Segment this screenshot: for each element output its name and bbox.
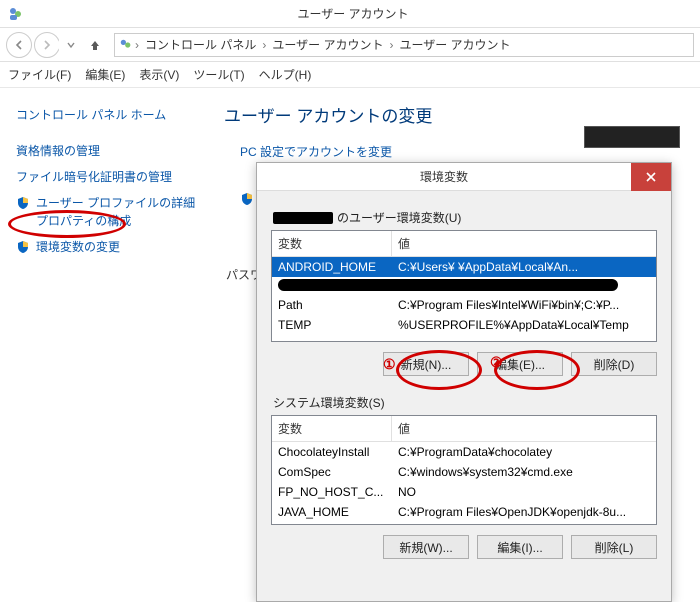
col-value[interactable]: 値 xyxy=(392,416,656,441)
chevron-right-icon: › xyxy=(389,38,393,52)
nav-bar: › コントロール パネル › ユーザー アカウント › ユーザー アカウント xyxy=(0,28,700,62)
sidebar-encryption-label: ファイル暗号化証明書の管理 xyxy=(16,168,172,186)
window-title: ユーザー アカウント xyxy=(30,5,700,22)
col-variable[interactable]: 変数 xyxy=(272,416,392,441)
col-variable[interactable]: 変数 xyxy=(272,231,392,256)
title-bar: ユーザー アカウント xyxy=(0,0,700,28)
env-vars-dialog: 環境変数 のユーザー環境変数(U) 変数 値 ANDROID_HOME C:¥U… xyxy=(256,162,672,602)
table-row-redacted[interactable] xyxy=(272,277,656,295)
crumb-0[interactable]: コントロール パネル xyxy=(141,36,260,53)
col-value[interactable]: 値 xyxy=(392,231,656,256)
cell-var: Path xyxy=(272,295,392,315)
cell-val: C:¥Program Files¥OpenJDK¥openjdk-8u... xyxy=(392,502,656,522)
dialog-title-bar: 環境変数 xyxy=(257,163,671,191)
sidebar-profiles-label: ユーザー プロファイルの詳細プロパティの構成 xyxy=(36,194,200,230)
cell-var: ComSpec xyxy=(272,462,392,482)
user-vars-header: 変数 値 xyxy=(272,231,656,257)
menu-bar: ファイル(F) 編集(E) 表示(V) ツール(T) ヘルプ(H) xyxy=(0,62,700,88)
close-button[interactable] xyxy=(631,163,671,191)
user-edit-button[interactable]: 編集(E)... xyxy=(477,352,563,376)
menu-tools[interactable]: ツール(T) xyxy=(193,66,244,83)
sys-vars-table[interactable]: 変数 値 ChocolateyInstall C:¥ProgramData¥ch… xyxy=(271,415,657,525)
menu-help[interactable]: ヘルプ(H) xyxy=(259,66,312,83)
cell-val: C:¥windows¥system32¥cmd.exe xyxy=(392,462,656,482)
menu-edit[interactable]: 編集(E) xyxy=(85,66,125,83)
chevron-right-icon: › xyxy=(262,38,266,52)
cell-var: ANDROID_HOME xyxy=(272,257,392,277)
chevron-right-icon: › xyxy=(135,38,139,52)
recent-dropdown-icon[interactable] xyxy=(58,32,84,58)
user-vars-label: のユーザー環境変数(U) xyxy=(273,209,657,226)
cell-val: %USERPROFILE%¥AppData¥Local¥Temp xyxy=(392,315,656,335)
table-row[interactable]: JAVA_HOME C:¥Program Files¥OpenJDK¥openj… xyxy=(272,502,656,522)
sidebar-credentials[interactable]: 資格情報の管理 xyxy=(16,138,200,164)
user-vars-label-suffix: のユーザー環境変数(U) xyxy=(337,209,461,226)
cell-val: C:¥Users¥ ¥AppData¥Local¥An... xyxy=(392,257,656,277)
forward-button[interactable] xyxy=(34,32,60,58)
sys-vars-label: システム環境変数(S) xyxy=(273,394,657,411)
page-heading: ユーザー アカウントの変更 xyxy=(224,102,686,127)
table-row[interactable]: TEMP %USERPROFILE%¥AppData¥Local¥Temp xyxy=(272,315,656,335)
table-row[interactable]: ComSpec C:¥windows¥system32¥cmd.exe xyxy=(272,462,656,482)
control-panel-icon xyxy=(119,38,133,52)
table-row[interactable]: Path C:¥Program Files¥Intel¥WiFi¥bin¥;C:… xyxy=(272,295,656,315)
sys-delete-button[interactable]: 削除(L) xyxy=(571,535,657,559)
up-button[interactable] xyxy=(86,32,104,58)
user-accounts-icon xyxy=(8,6,24,22)
table-row[interactable]: ChocolateyInstall C:¥ProgramData¥chocola… xyxy=(272,442,656,462)
cell-var: JAVA_HOME xyxy=(272,502,392,522)
user-new-button[interactable]: 新規(N)... xyxy=(383,352,469,376)
cell-val: C:¥ProgramData¥chocolatey xyxy=(392,442,656,462)
dialog-title: 環境変数 xyxy=(257,168,631,185)
breadcrumb[interactable]: › コントロール パネル › ユーザー アカウント › ユーザー アカウント xyxy=(114,33,694,57)
crumb-2[interactable]: ユーザー アカウント xyxy=(395,36,514,53)
dialog-body: のユーザー環境変数(U) 変数 値 ANDROID_HOME C:¥Users¥… xyxy=(257,191,671,569)
sidebar-encryption[interactable]: ファイル暗号化証明書の管理 xyxy=(16,164,200,190)
sys-new-button[interactable]: 新規(W)... xyxy=(383,535,469,559)
redacted-username xyxy=(273,212,333,224)
user-delete-button[interactable]: 削除(D) xyxy=(571,352,657,376)
table-row[interactable]: ANDROID_HOME C:¥Users¥ ¥AppData¥Local¥An… xyxy=(272,257,656,277)
sidebar-envvars-label: 環境変数の変更 xyxy=(36,238,120,256)
shield-icon xyxy=(16,240,30,254)
account-image xyxy=(584,126,680,148)
back-button[interactable] xyxy=(6,32,32,58)
sidebar-credentials-label: 資格情報の管理 xyxy=(16,142,100,160)
cell-var: FP_NO_HOST_C... xyxy=(272,482,392,502)
pc-settings-link-label: PC 設定でアカウントを変更 xyxy=(240,143,392,160)
cell-val: NO xyxy=(392,482,656,502)
sys-vars-header: 変数 値 xyxy=(272,416,656,442)
table-row[interactable]: FP_NO_HOST_C... NO xyxy=(272,482,656,502)
user-btn-row: 新規(N)... 編集(E)... 削除(D) xyxy=(271,352,657,376)
cell-val: C:¥Program Files¥Intel¥WiFi¥bin¥;C:¥P... xyxy=(392,295,656,315)
sys-edit-button[interactable]: 編集(I)... xyxy=(477,535,563,559)
shield-icon xyxy=(16,196,30,210)
sidebar: コントロール パネル ホーム 資格情報の管理 ファイル暗号化証明書の管理 ユーザ… xyxy=(0,88,210,597)
sidebar-envvars[interactable]: 環境変数の変更 xyxy=(16,234,200,260)
sidebar-home[interactable]: コントロール パネル ホーム xyxy=(16,102,200,128)
sidebar-profiles[interactable]: ユーザー プロファイルの詳細プロパティの構成 xyxy=(16,190,200,234)
shield-icon xyxy=(240,192,254,206)
cell-var: TEMP xyxy=(272,315,392,335)
menu-view[interactable]: 表示(V) xyxy=(139,66,179,83)
user-vars-table[interactable]: 変数 値 ANDROID_HOME C:¥Users¥ ¥AppData¥Loc… xyxy=(271,230,657,342)
sidebar-home-label: コントロール パネル ホーム xyxy=(16,106,166,124)
menu-file[interactable]: ファイル(F) xyxy=(8,66,71,83)
crumb-1[interactable]: ユーザー アカウント xyxy=(268,36,387,53)
cell-var: ChocolateyInstall xyxy=(272,442,392,462)
sys-btn-row: 新規(W)... 編集(I)... 削除(L) xyxy=(271,535,657,559)
